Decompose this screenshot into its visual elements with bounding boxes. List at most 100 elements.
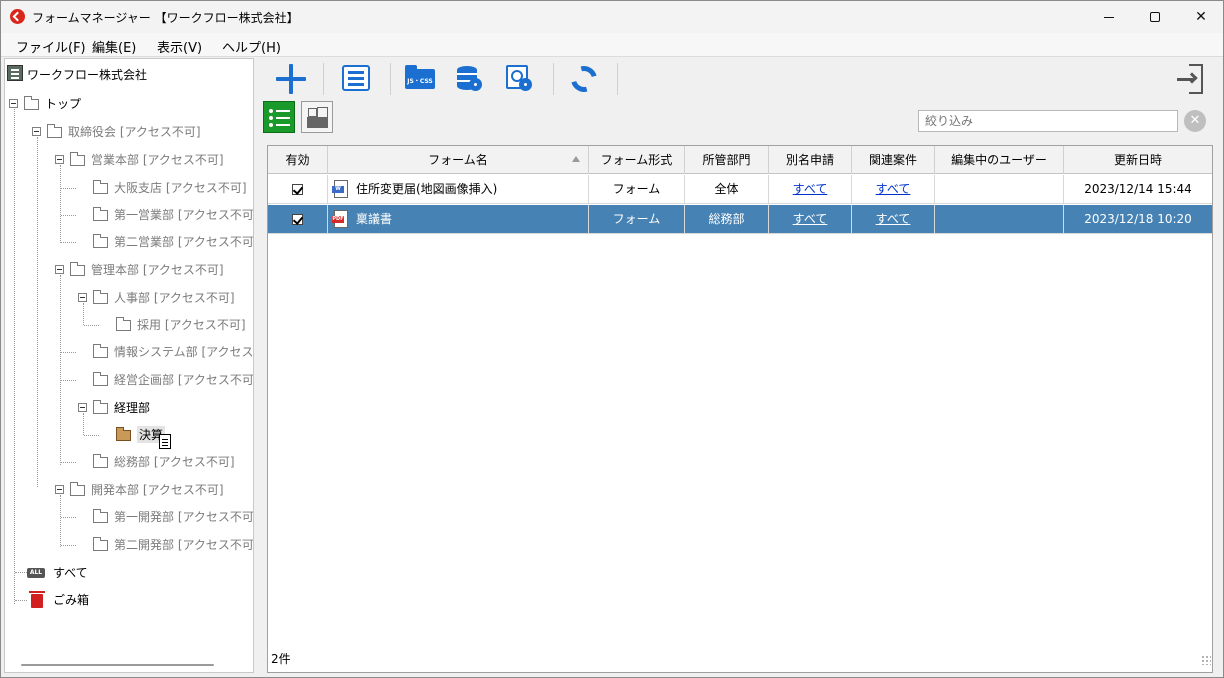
app-window: フォームマネージャー 【ワークフロー株式会社】 ✕ ファイル(F) 編集(E) … [0,0,1224,678]
enabled-checkbox[interactable] [292,214,303,225]
column-header-form-name[interactable]: フォーム名 [328,146,589,174]
exit-button[interactable] [1173,62,1207,96]
tree-node-osaka[interactable]: 大阪支店 [アクセス不可] [61,179,253,197]
menu-view[interactable]: 表示(V) [157,37,202,56]
search-settings-button[interactable] [503,62,537,96]
alias-link[interactable]: すべて [793,212,828,226]
pdf-form-icon: PDF [332,210,348,228]
close-icon: ✕ [1195,9,1207,25]
menu-edit[interactable]: 編集(E) [92,37,136,56]
minimize-icon [1104,16,1114,18]
tree-line [61,242,76,243]
tree-label: 情報システム部 [アクセス不 [114,345,254,359]
tree-label: ごみ箱 [53,593,90,607]
column-header-alias[interactable]: 別名申請 [769,146,852,174]
form-name-cell: PDF 稟議書 [328,205,589,234]
close-button[interactable]: ✕ [1178,1,1224,33]
related-link[interactable]: すべて [876,182,911,196]
collapse-icon[interactable] [78,293,87,302]
folder-icon [93,290,108,304]
maximize-button[interactable] [1132,1,1178,33]
menu-help[interactable]: ヘルプ(H) [222,37,281,56]
collapse-icon[interactable] [55,485,64,494]
tree-node-dai1-eigyo[interactable]: 第一営業部 [アクセス不可 [61,206,253,224]
related-link[interactable]: すべて [876,212,911,226]
filter-input[interactable] [918,110,1178,132]
column-header-format[interactable]: フォーム形式 [589,146,685,174]
folder-icon [93,207,108,221]
clear-icon: ✕ [1189,113,1201,128]
alias-cell: すべて [769,175,852,204]
tree-node-dai2-eigyo[interactable]: 第二営業部 [アクセス不可 [61,233,253,251]
clear-filter-button[interactable]: ✕ [1184,110,1206,132]
tree-label: 経営企画部 [アクセス不可 [114,373,254,387]
tree-node-trash[interactable]: ごみ箱 [9,591,129,609]
tree-line [61,188,76,189]
tree-node-kanri-honbu[interactable]: 管理本部 [アクセス不可] [55,261,253,279]
tree-node-eigyo-honbu[interactable]: 営業本部 [アクセス不可] [55,151,253,169]
form-type-badge: W [332,186,344,193]
new-form-button[interactable] [275,62,309,96]
tree-node-jinji[interactable]: 人事部 [アクセス不可] [78,289,253,307]
tree-horizontal-scrollbar[interactable] [21,664,214,666]
column-header-enabled[interactable]: 有効 [268,146,328,174]
js-css-folder-icon: JS・CSS [405,65,435,89]
tree-node-all[interactable]: ALL すべて [9,564,129,582]
enabled-checkbox[interactable] [292,184,303,195]
menu-file[interactable]: ファイル(F) [16,37,86,56]
grid-view-toggle[interactable] [301,101,333,133]
folder-tree-pane[interactable]: ワークフロー株式会社 トップ 取締役会 [アクセス不可] 営業本部 [アクセス不… [4,58,254,673]
form-list-button[interactable] [339,62,373,96]
collapse-icon[interactable] [55,155,64,164]
tree-label: 第二開発部 [アクセス不可 [114,538,254,552]
plus-icon-part [289,64,293,94]
folder-icon [93,537,108,551]
tree-line [60,165,61,243]
tree-line [84,325,99,326]
toolbar-separator [323,63,324,95]
column-header-dept[interactable]: 所管部門 [685,146,769,174]
pane-splitter[interactable] [255,58,260,673]
sort-ascending-icon [572,156,580,162]
tree-node-somu[interactable]: 総務部 [アクセス不可] [61,453,253,471]
folder-icon [70,482,85,496]
js-css-button[interactable]: JS・CSS [403,62,437,96]
list-view-toggle[interactable] [263,101,295,133]
collapse-icon[interactable] [32,127,41,136]
editing-user-cell [935,205,1064,234]
tree-node-saiyo[interactable]: 採用 [アクセス不可] [84,316,253,334]
collapse-icon[interactable] [55,265,64,274]
form-list-grid[interactable]: 有効 フォーム名 フォーム形式 所管部門 別名申請 関連案件 編集中のユーザー … [267,145,1213,673]
tree-node-kaihatsu-honbu[interactable]: 開発本部 [アクセス不可] [55,481,253,499]
refresh-button[interactable] [566,61,602,97]
resize-grip-icon[interactable] [1201,655,1211,665]
folder-icon [70,262,85,276]
tree-root-company[interactable]: ワークフロー株式会社 [27,66,147,83]
tree-node-keiei[interactable]: 経営企画部 [アクセス不可 [61,371,254,389]
list-icon [342,65,370,91]
tree-node-dai2-kaihatsu[interactable]: 第二開発部 [アクセス不可 [61,536,254,554]
collapse-icon[interactable] [9,99,18,108]
folder-icon [47,124,62,138]
tree-node-top[interactable]: トップ [9,95,249,113]
table-row[interactable]: W 住所変更届(地図画像挿入) フォーム 全体 すべて すべて 2023/12/… [268,175,1212,204]
tree-label: 人事部 [アクセス不可] [114,291,235,305]
tree-node-torishimari[interactable]: 取締役会 [アクセス不可] [32,123,253,141]
window-title: フォームマネージャー 【ワークフロー株式会社】 [32,11,299,25]
column-header-editing-user[interactable]: 編集中のユーザー [935,146,1064,174]
table-row-selected[interactable]: PDF 稟議書 フォーム 総務部 すべて すべて 2023/12/18 10:2… [268,205,1212,234]
all-icon: ALL [27,568,45,578]
column-header-related[interactable]: 関連案件 [852,146,935,174]
column-header-updated[interactable]: 更新日時 [1064,146,1212,174]
tree-node-joho[interactable]: 情報システム部 [アクセス不 [61,343,254,361]
tree-node-kessan[interactable]: 決算 [84,426,253,449]
minimize-button[interactable] [1086,1,1132,33]
form-name: 住所変更届(地図画像挿入) [356,182,498,196]
database-settings-button[interactable] [453,62,487,96]
format-cell: フォーム [589,175,685,204]
folder-icon [93,180,108,194]
alias-link[interactable]: すべて [793,182,828,196]
collapse-icon[interactable] [78,403,87,412]
tree-node-dai1-kaihatsu[interactable]: 第一開発部 [アクセス不可 [61,508,253,526]
tree-node-keiri[interactable]: 経理部 [78,399,253,417]
